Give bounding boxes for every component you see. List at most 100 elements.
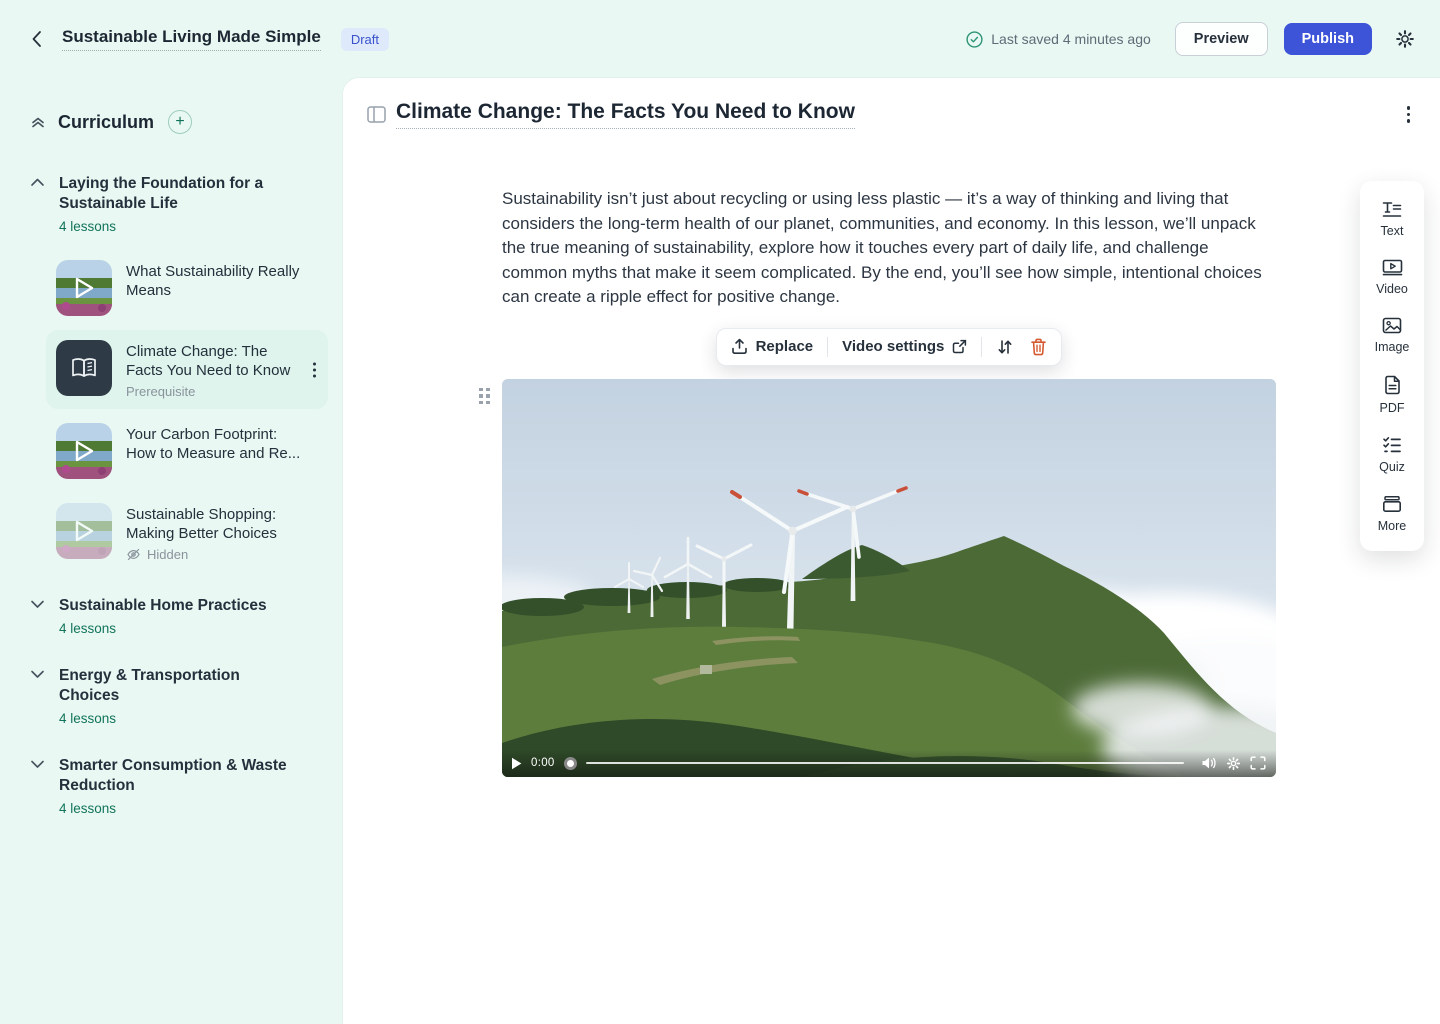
video-current-time: 0:00 bbox=[531, 757, 555, 769]
section-title: Sustainable Home Practices bbox=[59, 596, 267, 616]
lesson-editor-panel: Climate Change: The Facts You Need to Kn… bbox=[343, 78, 1440, 1024]
video-block-toolbar: Replace Video settings bbox=[716, 328, 1063, 366]
video-settings-label: Video settings bbox=[842, 338, 944, 355]
text-block-icon bbox=[1382, 201, 1402, 218]
chevron-down-icon[interactable] bbox=[30, 599, 46, 636]
play-icon bbox=[56, 260, 112, 316]
chevron-down-icon[interactable] bbox=[30, 669, 46, 726]
video-controls: 0:00 bbox=[502, 750, 1276, 777]
block-label: More bbox=[1378, 519, 1406, 533]
curriculum-sidebar: Curriculum + Laying the Foundation for a… bbox=[0, 78, 343, 1024]
section-lesson-count: 4 lessons bbox=[59, 711, 294, 726]
add-block-panel: Text Video bbox=[1360, 181, 1424, 551]
video-still-wind-turbines bbox=[502, 379, 1276, 777]
move-block-button[interactable] bbox=[994, 336, 1016, 358]
curriculum-title: Curriculum bbox=[58, 112, 154, 133]
block-label: Image bbox=[1375, 340, 1410, 354]
add-image-block[interactable]: Image bbox=[1375, 317, 1410, 354]
curriculum-section: Laying the Foundation for a Sustainable … bbox=[0, 164, 335, 572]
video-settings-gear-button[interactable] bbox=[1226, 756, 1241, 771]
section-lesson-count: 4 lessons bbox=[59, 621, 267, 636]
chevron-left-icon bbox=[31, 30, 42, 48]
block-label: Text bbox=[1381, 224, 1404, 238]
lesson-item-carbon-footprint[interactable]: Your Carbon Footprint: How to Measure an… bbox=[46, 413, 328, 489]
lesson-title: Your Carbon Footprint: How to Measure an… bbox=[126, 425, 304, 463]
video-settings-button[interactable]: Video settings bbox=[840, 336, 969, 357]
external-link-icon bbox=[952, 339, 967, 354]
topbar: Sustainable Living Made Simple Draft Las… bbox=[0, 0, 1440, 78]
check-circle-icon bbox=[966, 31, 983, 48]
lesson-title: Sustainable Shopping: Making Better Choi… bbox=[126, 505, 304, 543]
curriculum-header: Curriculum + bbox=[30, 110, 335, 134]
video-thumbnail bbox=[56, 423, 112, 479]
collapse-all-icon[interactable] bbox=[30, 114, 46, 130]
section-title: Laying the Foundation for a Sustainable … bbox=[59, 174, 294, 214]
quiz-block-icon bbox=[1382, 436, 1402, 454]
add-quiz-block[interactable]: Quiz bbox=[1379, 436, 1405, 474]
lesson-list: What Sustainability Really Means bbox=[46, 250, 335, 572]
lesson-title: Climate Change: The Facts You Need to Kn… bbox=[126, 342, 304, 380]
lesson-options-kebab[interactable] bbox=[1401, 100, 1417, 129]
lesson-intro-paragraph[interactable]: Sustainability isn’t just about recyclin… bbox=[502, 187, 1276, 310]
add-section-button[interactable]: + bbox=[168, 110, 192, 134]
gear-icon bbox=[1394, 28, 1416, 50]
lesson-hidden-label: Hidden bbox=[147, 547, 188, 562]
sort-arrows-icon bbox=[996, 338, 1014, 356]
more-block-icon bbox=[1382, 495, 1402, 513]
fullscreen-button[interactable] bbox=[1250, 756, 1266, 770]
section-lesson-count: 4 lessons bbox=[59, 801, 294, 816]
saved-status-text: Last saved 4 minutes ago bbox=[991, 31, 1151, 47]
section-header-foundation[interactable]: Laying the Foundation for a Sustainable … bbox=[0, 164, 335, 240]
section-header-smarter-consumption[interactable]: Smarter Consumption & Waste Reduction 4 … bbox=[0, 746, 335, 822]
add-video-block[interactable]: Video bbox=[1376, 259, 1408, 296]
play-button[interactable] bbox=[511, 757, 522, 770]
preview-button[interactable]: Preview bbox=[1175, 22, 1268, 57]
panel-toggle-icon[interactable] bbox=[367, 106, 386, 123]
section-title: Energy & Transportation Choices bbox=[59, 666, 294, 706]
course-title[interactable]: Sustainable Living Made Simple bbox=[62, 27, 321, 51]
replace-button[interactable]: Replace bbox=[729, 336, 816, 357]
lesson-item-what-sustainability[interactable]: What Sustainability Really Means bbox=[46, 250, 328, 326]
pdf-block-icon bbox=[1384, 375, 1401, 395]
add-text-block[interactable]: Text bbox=[1381, 201, 1404, 238]
section-header-home-practices[interactable]: Sustainable Home Practices 4 lessons bbox=[0, 586, 335, 642]
curriculum-section: Sustainable Home Practices 4 lessons bbox=[0, 586, 335, 642]
toolbar-divider bbox=[827, 337, 828, 357]
volume-button[interactable] bbox=[1201, 756, 1217, 770]
delete-block-button[interactable] bbox=[1028, 336, 1049, 358]
lesson-kebab-menu[interactable] bbox=[309, 358, 320, 381]
drag-handle[interactable] bbox=[476, 385, 493, 408]
section-header-energy-transportation[interactable]: Energy & Transportation Choices 4 lesson… bbox=[0, 656, 335, 732]
chevron-down-icon[interactable] bbox=[30, 759, 46, 816]
video-block-icon bbox=[1382, 259, 1403, 276]
progress-track[interactable] bbox=[586, 762, 1184, 764]
play-icon bbox=[56, 503, 112, 559]
lesson-item-climate-change[interactable]: Climate Change: The Facts You Need to Kn… bbox=[46, 330, 328, 409]
back-button[interactable] bbox=[24, 27, 48, 51]
draft-status-badge: Draft bbox=[341, 28, 389, 51]
add-more-block[interactable]: More bbox=[1378, 495, 1406, 533]
curriculum-section: Energy & Transportation Choices 4 lesson… bbox=[0, 656, 335, 732]
image-block-icon bbox=[1382, 317, 1402, 334]
lesson-page-title[interactable]: Climate Change: The Facts You Need to Kn… bbox=[396, 100, 855, 129]
toolbar-divider bbox=[981, 337, 982, 357]
section-title: Smarter Consumption & Waste Reduction bbox=[59, 756, 294, 796]
scrubber-handle[interactable] bbox=[564, 757, 577, 770]
add-pdf-block[interactable]: PDF bbox=[1380, 375, 1405, 415]
video-block: 0:00 bbox=[502, 379, 1276, 777]
video-thumbnail bbox=[56, 503, 112, 559]
section-lesson-count: 4 lessons bbox=[59, 219, 294, 234]
trash-icon bbox=[1030, 338, 1047, 356]
upload-icon bbox=[731, 338, 748, 355]
saved-status: Last saved 4 minutes ago bbox=[966, 31, 1151, 48]
video-frame[interactable]: 0:00 bbox=[502, 379, 1276, 777]
curriculum-section: Smarter Consumption & Waste Reduction 4 … bbox=[0, 746, 335, 822]
publish-button[interactable]: Publish bbox=[1284, 23, 1372, 56]
block-label: Video bbox=[1376, 282, 1408, 296]
lesson-item-sustainable-shopping[interactable]: Sustainable Shopping: Making Better Choi… bbox=[46, 493, 328, 572]
block-label: PDF bbox=[1380, 401, 1405, 415]
video-thumbnail bbox=[56, 260, 112, 316]
settings-button[interactable] bbox=[1394, 28, 1416, 50]
chevron-up-icon[interactable] bbox=[30, 177, 46, 234]
replace-label: Replace bbox=[756, 338, 814, 355]
